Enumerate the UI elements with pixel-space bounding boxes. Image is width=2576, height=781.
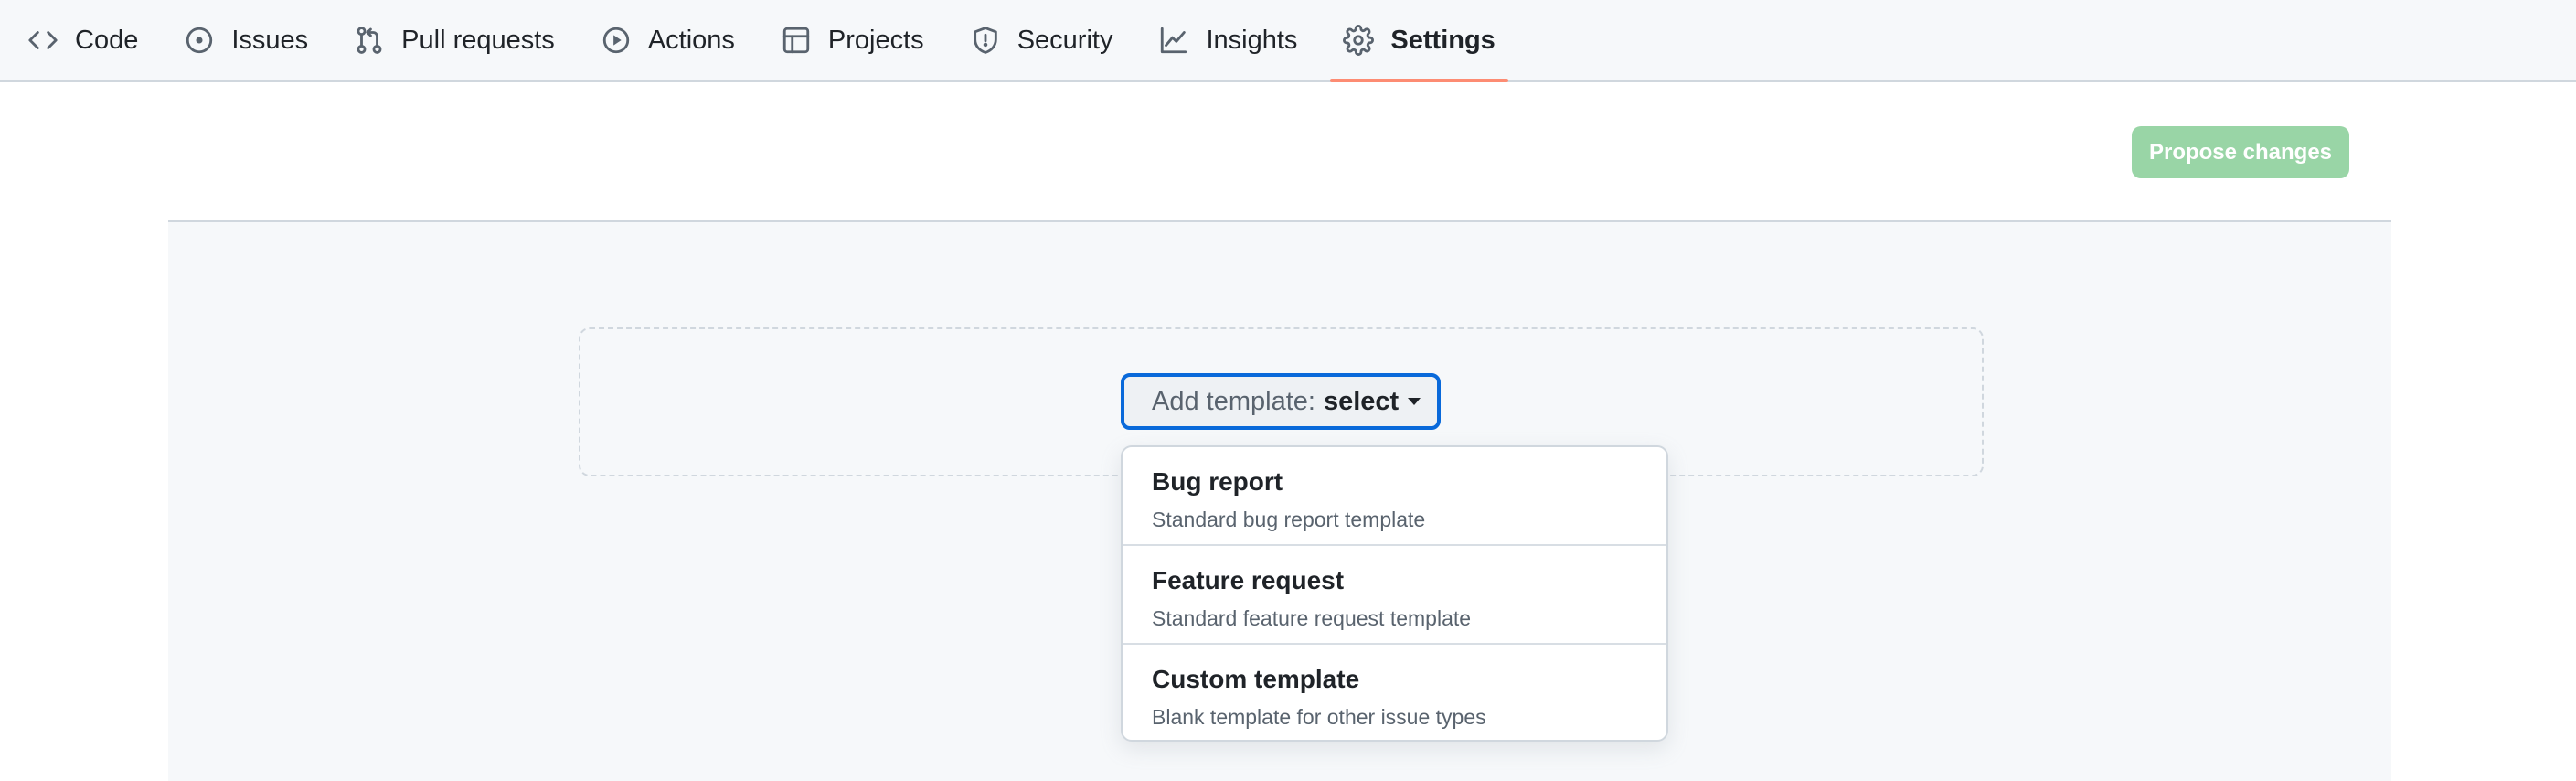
tab-actions[interactable]: Actions [588, 0, 748, 80]
tab-code-label: Code [75, 25, 139, 55]
add-template-value: select [1323, 386, 1400, 416]
tab-issues[interactable]: Issues [171, 0, 321, 80]
issue-opened-icon [184, 25, 215, 56]
code-icon [27, 25, 59, 56]
tab-pull-requests-label: Pull requests [401, 25, 555, 55]
table-icon [781, 25, 812, 56]
play-icon [601, 25, 632, 56]
tab-projects-label: Projects [827, 25, 924, 55]
menu-item-description: Blank template for other issue types [1152, 705, 1486, 729]
menu-item-description: Standard bug report template [1152, 508, 1426, 531]
gear-icon [1343, 25, 1375, 56]
menu-item-title: Bug report [1152, 467, 1283, 496]
tab-projects[interactable]: Projects [768, 0, 937, 80]
add-template-select[interactable]: Add template: select [1121, 373, 1441, 430]
menu-item-bug-report[interactable]: Bug report Standard bug report template [1123, 447, 1666, 546]
git-pull-request-icon [354, 25, 385, 56]
menu-item-custom-template[interactable]: Custom template Blank template for other… [1123, 645, 1666, 740]
caret-down-icon [1408, 398, 1421, 405]
tab-actions-label: Actions [647, 25, 735, 55]
menu-item-title: Custom template [1152, 665, 1360, 693]
tab-insights[interactable]: Insights [1145, 0, 1310, 80]
tab-code[interactable]: Code [15, 0, 151, 80]
propose-changes-button[interactable]: Propose changes [2132, 126, 2349, 178]
tab-security-label: Security [1017, 25, 1113, 55]
menu-item-description: Standard feature request template [1152, 606, 1472, 630]
tab-settings[interactable]: Settings [1330, 0, 1509, 82]
tab-pull-requests[interactable]: Pull requests [341, 0, 568, 80]
add-template-prefix: Add template: [1152, 386, 1315, 416]
menu-item-title: Feature request [1152, 566, 1345, 594]
shield-icon [970, 25, 1001, 56]
graph-icon [1158, 25, 1189, 56]
tab-insights-label: Insights [1206, 25, 1298, 55]
tab-issues-label: Issues [231, 25, 309, 55]
menu-item-feature-request[interactable]: Feature request Standard feature request… [1123, 546, 1666, 645]
tab-security[interactable]: Security [957, 0, 1126, 80]
template-menu: Bug report Standard bug report template … [1121, 445, 1668, 742]
repo-nav: Code Issues Pull requests Actions Projec… [0, 0, 2576, 82]
tab-settings-label: Settings [1390, 25, 1496, 55]
